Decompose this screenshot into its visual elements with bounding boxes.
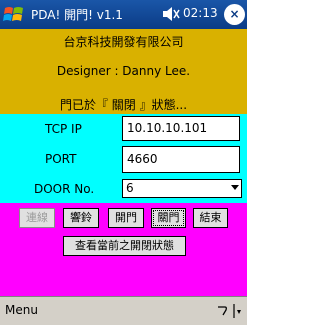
door-status-text: 門已於『 關閉 』狀態...	[59, 98, 188, 112]
keyboard-toggle-icon[interactable]	[214, 301, 244, 320]
port-label: PORT	[45, 152, 77, 166]
device-screen: PDA! 開門! v1.1 02:13 × 台京科技開發有限公司 Designe…	[0, 0, 247, 325]
connection-form: TCP IP 10.10.10.101 PORT 4660 DOOR No. 6	[0, 114, 247, 203]
door-number-select[interactable]: 6	[122, 179, 242, 198]
door-number-value: 6	[126, 181, 134, 195]
tcp-ip-input[interactable]: 10.10.10.101	[122, 116, 240, 141]
chevron-down-icon[interactable]	[231, 185, 239, 190]
windows-start-icon[interactable]	[2, 3, 26, 26]
open-door-button[interactable]: 開門	[108, 208, 144, 228]
menu-button[interactable]: Menu	[5, 303, 38, 317]
designer-credit: Designer : Danny Lee.	[56, 64, 191, 78]
close-button[interactable]: ×	[224, 4, 245, 25]
close-door-button[interactable]: 關門	[151, 208, 186, 228]
ring-bell-button[interactable]: 響鈴	[63, 208, 99, 228]
end-button[interactable]: 結束	[193, 208, 228, 228]
query-status-button[interactable]: 查看當前之開閉狀態	[63, 236, 186, 256]
app-title: PDA! 開門! v1.1	[31, 8, 123, 22]
tcp-ip-label: TCP IP	[45, 122, 82, 136]
button-panel: 連線 響鈴 開門 關門 結束 查看當前之開閉狀態	[0, 203, 247, 296]
title-bar: PDA! 開門! v1.1 02:13 ×	[0, 0, 247, 29]
port-input[interactable]: 4660	[122, 146, 240, 173]
info-panel: 台京科技開發有限公司 Designer : Danny Lee. 門已於『 關閉…	[0, 29, 247, 114]
company-name: 台京科技開發有限公司	[63, 35, 184, 49]
speaker-icon[interactable]	[162, 6, 180, 22]
menu-bar: Menu	[0, 296, 247, 325]
connect-button[interactable]: 連線	[19, 208, 55, 228]
clock[interactable]: 02:13	[183, 6, 218, 20]
door-number-label: DOOR No.	[34, 182, 95, 196]
